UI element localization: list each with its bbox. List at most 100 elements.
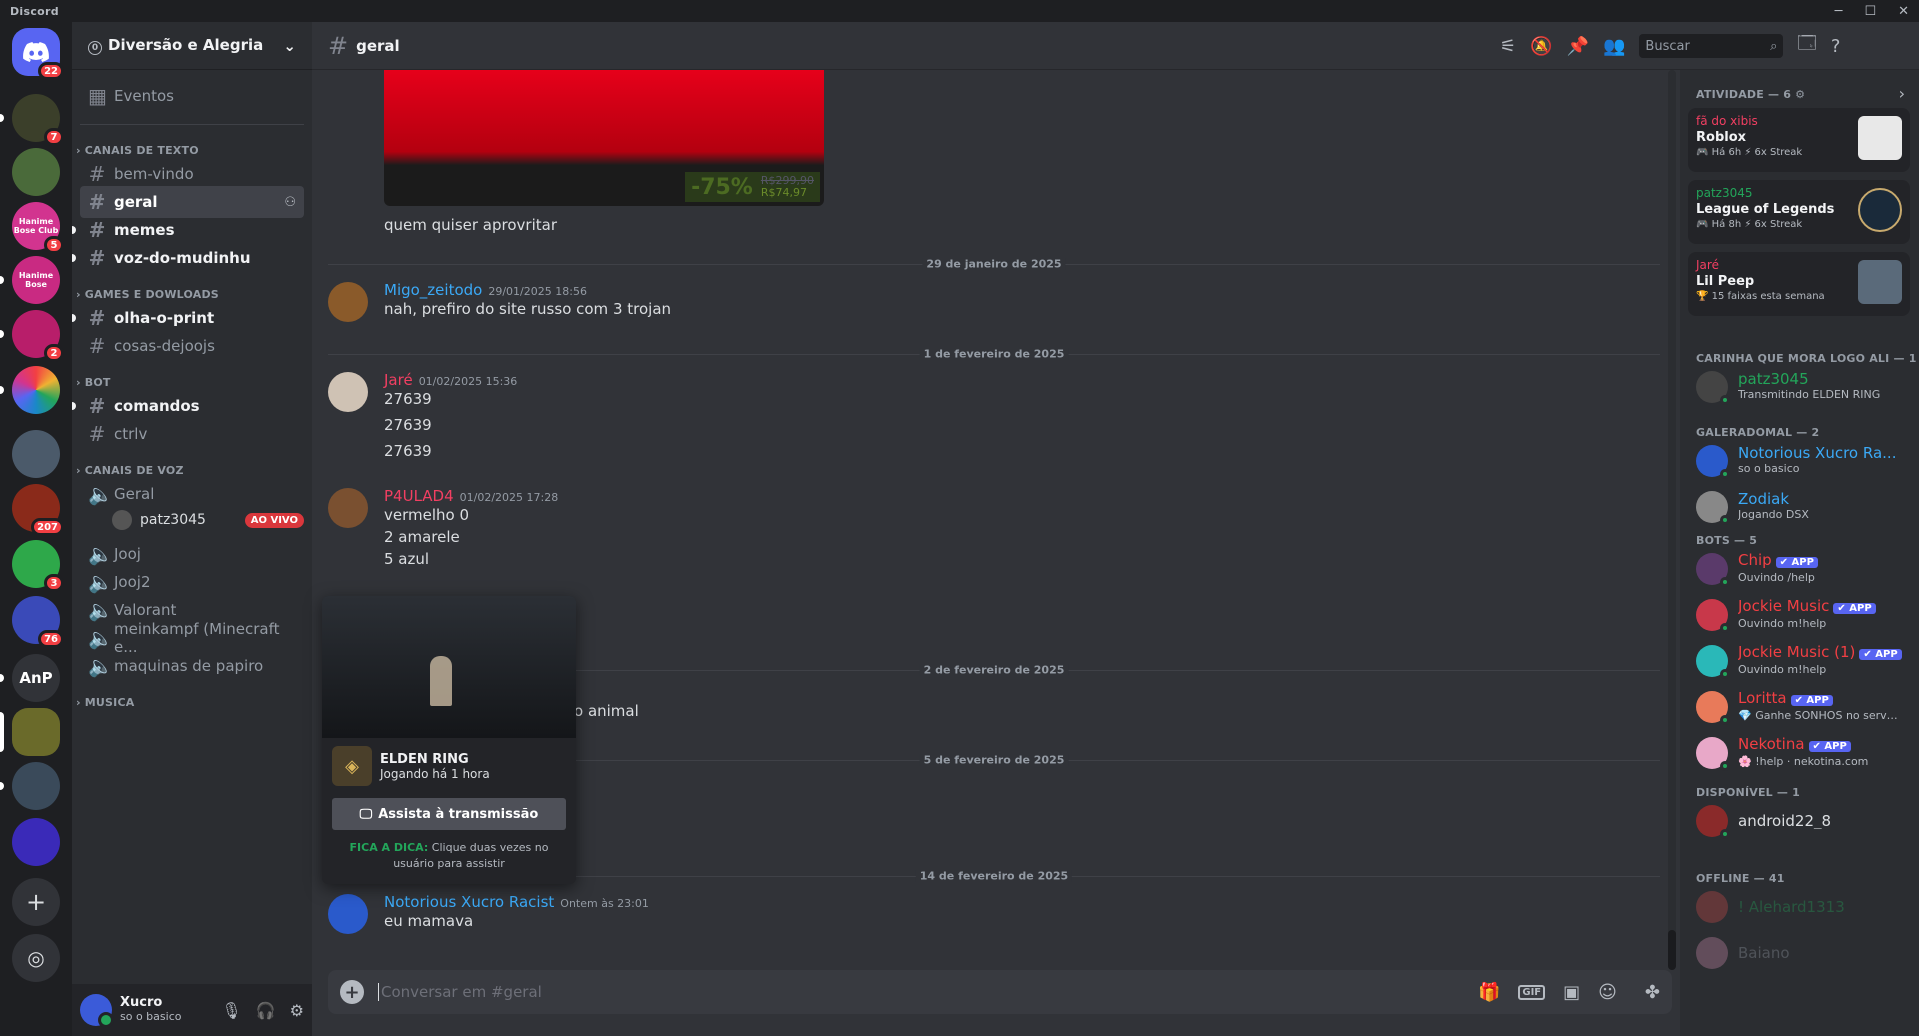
compass-icon: ◎ bbox=[27, 946, 45, 970]
activity-card[interactable]: patz3045 League of Legends 🎮 Há 8h ⚡ 6x … bbox=[1688, 180, 1910, 244]
server-icon[interactable] bbox=[12, 818, 60, 866]
search-input[interactable]: Buscar ⌕ bbox=[1639, 34, 1784, 58]
member-zodiak[interactable]: Zodiak Jogando DSX bbox=[1688, 486, 1910, 528]
server-icon[interactable]: 3 bbox=[12, 540, 64, 592]
game-name: ELDEN RING bbox=[380, 751, 469, 767]
threads-icon[interactable]: ⚟ bbox=[1500, 36, 1516, 57]
maximize-icon[interactable]: ☐ bbox=[1864, 4, 1876, 19]
member-bot[interactable]: Loritta ✔ APP 💎 Ganhe SONHOS no server ... bbox=[1688, 686, 1910, 728]
gif-icon[interactable]: GIF bbox=[1518, 984, 1546, 1000]
server-icon[interactable] bbox=[0, 708, 60, 756]
server-icon[interactable]: AnP bbox=[0, 654, 60, 702]
server-icon[interactable] bbox=[12, 430, 60, 478]
category-voice[interactable]: › CANAIS DE VOZ bbox=[76, 464, 184, 477]
activity-header: ATIVIDADE — 6 ⚙ bbox=[1696, 88, 1806, 101]
avatar bbox=[1696, 445, 1730, 479]
server-icon[interactable]: Hanime Bose bbox=[0, 256, 60, 304]
chevron-right-icon[interactable]: › bbox=[1899, 84, 1905, 103]
gear-icon[interactable]: ⚙ bbox=[290, 1001, 304, 1020]
speaker-icon: 🔈 bbox=[88, 598, 113, 622]
author-name[interactable]: Jaré bbox=[384, 371, 413, 389]
member-offline[interactable]: ! Alehard1313 bbox=[1688, 886, 1910, 928]
author-name[interactable]: Notorious Xucro Racist bbox=[384, 893, 554, 911]
server-icon[interactable]: Hanime Bose Club 5 bbox=[12, 202, 64, 254]
microphone-icon[interactable]: 🎙 bbox=[221, 1001, 241, 1020]
hash-icon: # bbox=[88, 218, 106, 242]
help-icon[interactable]: ? bbox=[1831, 36, 1841, 57]
member-patz3045[interactable]: patz3045 Transmitindo ELDEN RING bbox=[1688, 366, 1910, 408]
members-icon[interactable]: 👥 bbox=[1603, 36, 1625, 57]
avatar[interactable] bbox=[328, 488, 368, 528]
channel-cosas-dejoojs[interactable]: # cosas-dejoojs bbox=[80, 330, 304, 362]
avatar[interactable] bbox=[328, 894, 368, 934]
embed-image[interactable]: -75% R$299,90 R$74,97 bbox=[384, 70, 824, 206]
member-bot[interactable]: Jockie Music ✔ APP Ouvindo m!help bbox=[1688, 594, 1910, 636]
invite-icon[interactable]: ⚇ bbox=[284, 195, 296, 210]
pin-icon[interactable]: 📌 bbox=[1567, 36, 1589, 57]
server-list: 22 7 Hanime Bose Club 5 Hanime Bose 2 207… bbox=[0, 22, 72, 1036]
member-bot[interactable]: Nekotina ✔ APP 🌸 !help · nekotina.com bbox=[1688, 732, 1910, 774]
message-text: quem quiser aprovritar bbox=[384, 216, 557, 234]
events-item[interactable]: ▦ Eventos bbox=[80, 80, 304, 112]
member-notorious[interactable]: Notorious Xucro Ra... so o basico bbox=[1688, 440, 1910, 482]
activity-card[interactable]: Jaré Lil Peep 🏆 15 faixas esta semana bbox=[1688, 252, 1910, 316]
hash-icon: # bbox=[88, 422, 106, 446]
attach-plus-icon[interactable]: + bbox=[340, 980, 364, 1004]
apps-icon[interactable]: ✤ bbox=[1645, 982, 1660, 1003]
member-bot[interactable]: Jockie Music (1) ✔ APP Ouvindo m!help bbox=[1688, 640, 1910, 682]
role-header: DISPONÍVEL — 1 bbox=[1696, 786, 1801, 799]
message-input[interactable]: Conversar em #geral bbox=[378, 983, 542, 1001]
category-text[interactable]: › CANAIS DE TEXTO bbox=[76, 144, 199, 157]
avatar[interactable] bbox=[328, 282, 368, 322]
server-icon[interactable] bbox=[0, 366, 60, 414]
scrollbar-thumb[interactable] bbox=[1668, 930, 1676, 970]
gear-icon[interactable]: ⚙ bbox=[1795, 88, 1805, 101]
server-icon[interactable]: 7 bbox=[0, 94, 64, 146]
emoji-icon[interactable]: ☺ bbox=[1598, 982, 1617, 1003]
voice-channel-maquinas[interactable]: 🔈 maquinas de papiro bbox=[80, 650, 304, 682]
author-name[interactable]: Migo_zeitodo bbox=[384, 281, 482, 299]
avatar[interactable] bbox=[328, 372, 368, 412]
stream-thumbnail[interactable] bbox=[322, 596, 576, 738]
channel-ctrlv[interactable]: # ctrlv bbox=[80, 418, 304, 450]
mute-bell-icon[interactable]: 🔕 bbox=[1530, 36, 1552, 57]
headphones-icon[interactable]: 🎧 bbox=[256, 1001, 276, 1020]
gift-icon[interactable]: 🎁 bbox=[1478, 982, 1500, 1003]
boost-badge: 0 bbox=[88, 41, 102, 55]
add-server-button[interactable]: + bbox=[12, 878, 60, 926]
discord-home-icon bbox=[23, 42, 49, 62]
category-games[interactable]: › GAMES E DOWLOADS bbox=[76, 288, 219, 301]
stream-preview-popout: ◈ ELDEN RING Jogando há 1 hora 🖵 Assista … bbox=[322, 596, 576, 884]
user-avatar[interactable] bbox=[80, 994, 114, 1028]
member-list: ATIVIDADE — 6 ⚙ › fã do xibis Roblox 🎮 H… bbox=[1680, 70, 1919, 1036]
screen-icon: 🖵 bbox=[359, 806, 373, 822]
server-icon[interactable]: 2 bbox=[0, 310, 64, 362]
member-bot[interactable]: Chip ✔ APP Ouvindo /help bbox=[1688, 548, 1910, 590]
close-icon[interactable]: ✕ bbox=[1898, 4, 1909, 19]
watch-stream-button[interactable]: 🖵 Assista à transmissão bbox=[332, 798, 566, 830]
member-android22[interactable]: android22_8 bbox=[1688, 800, 1910, 842]
scrollbar[interactable] bbox=[1668, 70, 1676, 970]
channel-voz-do-mudinhu[interactable]: # voz-do-mudinhu bbox=[72, 242, 304, 274]
category-music[interactable]: › MUSICA bbox=[76, 696, 134, 709]
avatar bbox=[1696, 645, 1730, 679]
inbox-icon[interactable]: 🗔 bbox=[1797, 31, 1817, 61]
server-icon[interactable] bbox=[0, 762, 60, 810]
author-name[interactable]: P4ULAD4 bbox=[384, 487, 454, 505]
server-icon[interactable]: 207 bbox=[12, 484, 64, 536]
category-bot[interactable]: › BOT bbox=[76, 376, 111, 389]
voice-user-patz3045[interactable]: patz3045 AO VIVO bbox=[112, 506, 304, 534]
member-offline[interactable]: Baiano bbox=[1688, 932, 1910, 974]
avatar bbox=[1696, 691, 1730, 725]
minimize-icon[interactable]: ─ bbox=[1835, 4, 1843, 19]
server-icon[interactable]: 76 bbox=[12, 596, 64, 648]
home-button[interactable]: 22 bbox=[12, 28, 64, 80]
server-icon[interactable] bbox=[12, 148, 60, 196]
calendar-icon: ▦ bbox=[88, 84, 107, 108]
sticker-icon[interactable]: ▣ bbox=[1563, 982, 1580, 1003]
hash-icon: # bbox=[88, 334, 106, 358]
discover-button[interactable]: ◎ bbox=[12, 934, 60, 982]
guild-header[interactable]: 0 Diversão e Alegria ⌄ bbox=[72, 22, 312, 70]
activity-card[interactable]: fã do xibis Roblox 🎮 Há 6h ⚡ 6x Streak bbox=[1688, 108, 1910, 172]
home-badge: 22 bbox=[38, 62, 64, 80]
